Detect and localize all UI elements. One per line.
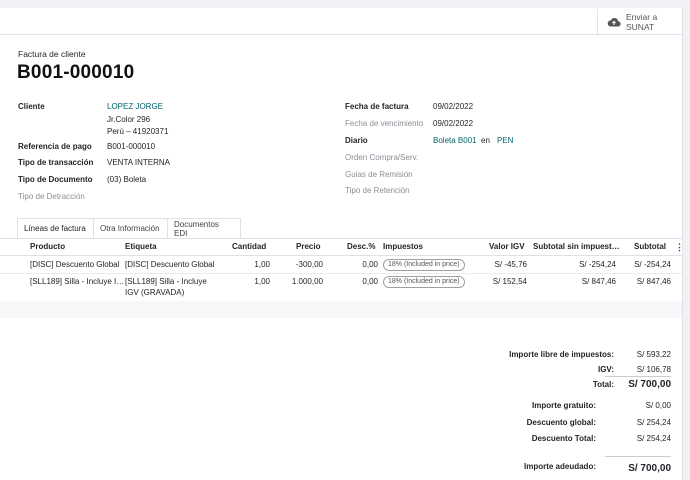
tab-documentos-edi[interactable]: Documentos EDI xyxy=(167,218,241,238)
row2-precio[interactable]: 1.000,00 xyxy=(273,277,323,287)
invoice-number-title: B001-000010 xyxy=(17,62,135,83)
row1-precio[interactable]: -300,00 xyxy=(273,260,323,270)
col-header-precio[interactable]: Precio xyxy=(296,242,320,251)
ref-pago-label: Referencia de pago xyxy=(18,142,92,151)
row1-tax-tag[interactable]: 18% (Included in price) xyxy=(383,259,465,271)
fecha-vencimiento-label: Fecha de vencimiento xyxy=(345,119,424,128)
col-header-impuestos[interactable]: Impuestos xyxy=(383,242,423,251)
tipo-transaccion-label: Tipo de transacción xyxy=(18,158,94,167)
col-header-valor-igv[interactable]: Valor IGV xyxy=(489,242,525,251)
col-header-cantidad[interactable]: Cantidad xyxy=(232,242,266,251)
row2-etiqueta-line2[interactable]: IGV (GRAVADA) xyxy=(125,288,184,298)
send-to-sunat-label: Enviar a SUNAT xyxy=(626,12,666,32)
row2-desc[interactable]: 0,00 xyxy=(340,277,378,287)
row1-subtotal-sin: S/ -254,24 xyxy=(579,260,616,269)
send-to-sunat-button[interactable]: Enviar a SUNAT xyxy=(597,9,680,34)
diario-label: Diario xyxy=(345,136,368,145)
total-label: Total: xyxy=(592,380,614,389)
igv-label: IGV: xyxy=(597,365,614,374)
diario-value-link[interactable]: Boleta B001 xyxy=(433,136,477,145)
total-value: S/ 700,00 xyxy=(628,379,671,390)
row2-subtotal-sin: S/ 847,46 xyxy=(581,277,616,286)
total-separator xyxy=(605,376,671,377)
col-header-subtotal-sin-impuestos[interactable]: Subtotal sin impuest… xyxy=(533,242,620,251)
document-type: Factura de cliente xyxy=(18,49,86,59)
cliente-name-link[interactable]: LOPEZ JORGE xyxy=(107,102,163,111)
table-footer-band xyxy=(0,301,682,318)
orden-compra-label: Orden Compra/Serv. xyxy=(345,153,419,162)
tipo-retencion-label: Tipo de Retención xyxy=(345,186,410,195)
fecha-factura-label: Fecha de factura xyxy=(345,102,409,111)
col-header-etiqueta[interactable]: Etiqueta xyxy=(125,242,157,251)
fecha-vencimiento-value[interactable]: 09/02/2022 xyxy=(433,119,473,128)
importe-adeudado-value: S/ 700,00 xyxy=(628,463,671,474)
row-divider xyxy=(0,273,682,274)
notebook-tabs: Líneas de factura Otra Información Docum… xyxy=(17,218,241,239)
importe-gratuito-label: Importe gratuito: xyxy=(532,401,596,410)
descuento-total-value: S/ 254,24 xyxy=(636,434,671,443)
table-header-divider xyxy=(0,255,682,256)
row2-tax-tag[interactable]: 18% (Included in price) xyxy=(383,276,465,288)
row1-subtotal: S/ -254,24 xyxy=(634,260,671,269)
descuento-global-label: Descuento global: xyxy=(526,418,596,427)
diario-en-text: en xyxy=(481,136,490,145)
row1-etiqueta[interactable]: [DISC] Descuento Global xyxy=(125,260,214,270)
descuento-global-value: S/ 254,24 xyxy=(636,418,671,427)
top-gap xyxy=(0,0,690,8)
descuento-total-label: Descuento Total: xyxy=(531,434,596,443)
fecha-factura-value[interactable]: 09/02/2022 xyxy=(433,102,473,111)
ref-pago-value[interactable]: B001-000010 xyxy=(107,142,155,151)
tipo-documento-value[interactable]: (03) Boleta xyxy=(107,175,146,184)
col-header-desc[interactable]: Desc.% xyxy=(347,242,375,251)
tab-lineas-factura[interactable]: Líneas de factura xyxy=(17,218,94,239)
col-header-subtotal[interactable]: Subtotal xyxy=(634,242,666,251)
row1-cantidad[interactable]: 1,00 xyxy=(228,260,270,270)
adeudado-separator xyxy=(605,456,671,457)
importe-gratuito-value: S/ 0,00 xyxy=(645,401,671,410)
tabs-divider xyxy=(0,238,682,239)
importe-libre-value: S/ 593,22 xyxy=(636,350,671,359)
action-bar xyxy=(0,8,682,35)
optional-columns-kebab-icon[interactable]: ⋮ xyxy=(675,242,684,253)
importe-adeudado-label: Importe adeudado: xyxy=(523,462,596,471)
tab-otra-informacion[interactable]: Otra Información xyxy=(93,218,168,238)
row2-producto[interactable]: [SLL189] Silla - Incluye I… xyxy=(30,277,124,287)
tipo-detraccion-label: Tipo de Detracción xyxy=(18,192,85,201)
guias-remision-label: Guias de Remisión xyxy=(345,170,413,179)
row2-etiqueta-line1[interactable]: [SLL189] Silla - Incluye xyxy=(125,277,207,287)
row1-valor-igv: S/ -45,76 xyxy=(494,260,527,269)
tipo-documento-label: Tipo de Documento xyxy=(18,175,93,184)
row2-cantidad[interactable]: 1,00 xyxy=(228,277,270,287)
sunat-label-line2: SUNAT xyxy=(626,21,655,32)
sunat-label-line1: Enviar a xyxy=(626,11,658,22)
row2-subtotal: S/ 847,46 xyxy=(636,277,671,286)
cloud-upload-icon xyxy=(607,17,621,27)
tipo-transaccion-value[interactable]: VENTA INTERNA xyxy=(107,158,170,167)
row1-producto[interactable]: [DISC] Descuento Global xyxy=(30,260,119,270)
row1-desc[interactable]: 0,00 xyxy=(340,260,378,270)
cliente-label: Cliente xyxy=(18,102,45,111)
cliente-address-line1: Jr.Color 296 xyxy=(107,115,151,124)
importe-libre-label: Importe libre de impuestos: xyxy=(509,350,614,359)
diario-currency-link[interactable]: PEN xyxy=(497,136,513,145)
row2-valor-igv: S/ 152,54 xyxy=(492,277,527,286)
igv-value: S/ 106,78 xyxy=(636,365,671,374)
col-header-producto[interactable]: Producto xyxy=(30,242,65,251)
cliente-address-line2: Perú – 41920371 xyxy=(107,127,169,136)
